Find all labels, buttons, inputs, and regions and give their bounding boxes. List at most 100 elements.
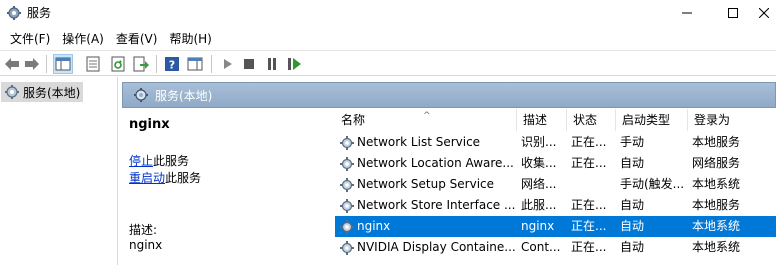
close-button[interactable]: [752, 0, 776, 26]
minimize-icon: [682, 12, 692, 14]
toolbar-separator: [211, 55, 212, 73]
restart-action: 重启动此服务: [129, 169, 201, 186]
service-gear-icon: [340, 198, 354, 213]
forward-arrow-icon: [25, 58, 39, 70]
show-console-tree-button[interactable]: [53, 54, 73, 74]
service-name: nginx: [357, 219, 391, 233]
services-gear-icon: [7, 6, 21, 20]
service-gear-icon: [340, 135, 354, 150]
pause-service-button[interactable]: [262, 54, 282, 74]
stop-service-link[interactable]: 停止: [129, 154, 153, 168]
action-pane-button[interactable]: [185, 54, 205, 74]
help-button[interactable]: ?: [162, 54, 182, 74]
table-row[interactable]: nginx nginx 正在... 自动 本地系统: [335, 216, 776, 237]
forward-button[interactable]: [22, 54, 42, 74]
refresh-icon: [111, 56, 125, 72]
menu-view[interactable]: 查看(V): [110, 29, 164, 49]
cell-status: 正在...: [571, 156, 607, 170]
properties-button[interactable]: [83, 54, 103, 74]
cell-status: 正在...: [571, 240, 607, 254]
export-list-button[interactable]: [131, 54, 151, 74]
table-row[interactable]: NVIDIA Display Containe... Cont... 正在... 自动…: [335, 237, 776, 258]
service-name: NVIDIA Display Containe...: [357, 240, 516, 254]
menu-file[interactable]: 文件(F): [4, 29, 56, 49]
restart-service-button[interactable]: [285, 54, 305, 74]
column-header-description[interactable]: 描述: [517, 109, 567, 131]
cell-description: 网络...: [521, 177, 557, 191]
cell-name: Network List Service: [339, 132, 517, 153]
minimize-button[interactable]: [664, 0, 710, 26]
cell-log-on-as: 本地服务: [692, 135, 741, 149]
column-header-label: 登录为: [694, 113, 731, 127]
service-gear-icon: [340, 177, 354, 192]
table-row[interactable]: Network Location Aware... 收集... 正在... 自动 网络服…: [335, 153, 776, 174]
toolbar-separator: [46, 55, 47, 73]
service-name: Network Setup Service: [357, 177, 495, 191]
restart-icon: [288, 58, 301, 70]
stop-service-button[interactable]: [239, 54, 259, 74]
maximize-button[interactable]: [710, 0, 756, 26]
panel-header: 服务(本地): [122, 82, 776, 108]
console-tree-icon: [55, 57, 71, 71]
cell-log-on-as: 本地系统: [692, 177, 741, 191]
cell-description: Cont...: [521, 240, 561, 254]
menu-action[interactable]: 操作(A): [56, 29, 110, 49]
back-button[interactable]: [2, 54, 22, 74]
description-label: 描述:: [129, 223, 158, 237]
cell-startup-type: 自动: [620, 219, 645, 233]
cell-status: 正在...: [571, 135, 607, 149]
panel-title: 服务(本地): [155, 88, 213, 103]
stop-icon: [244, 59, 254, 69]
cell-startup-type: 自动: [620, 198, 645, 212]
pause-icon: [268, 58, 276, 70]
column-header-log-on-as[interactable]: 登录为: [688, 109, 776, 131]
table-row[interactable]: Network Store Interface ... 此服... 正在... 自动 本…: [335, 195, 776, 216]
cell-log-on-as: 网络服务: [692, 156, 741, 170]
cell-name: Network Location Aware...: [339, 153, 517, 174]
cell-name: NVIDIA Display Containe...: [339, 237, 517, 258]
cell-status: [571, 174, 615, 195]
cell-status: 正在...: [571, 198, 607, 212]
properties-icon: [86, 56, 100, 72]
menu-help[interactable]: 帮助(H): [163, 29, 217, 49]
table-row[interactable]: Network List Service 识别... 正在... 手动 本地服务: [335, 132, 776, 153]
service-name: Network List Service: [357, 135, 481, 149]
column-header-label: 描述: [523, 113, 548, 127]
service-gear-icon: [340, 156, 354, 171]
cell-startup-type: 手动: [620, 135, 645, 149]
list-header: ^ 名称 描述 状态 启动类型 登录为: [335, 109, 776, 131]
column-header-label: 名称: [341, 113, 366, 127]
stop-action: 停止此服务: [129, 152, 189, 169]
column-header-startup-type[interactable]: 启动类型: [616, 109, 688, 131]
maximize-icon: [728, 8, 738, 18]
tree-item-label: 服务(本地): [23, 85, 81, 100]
cell-name: Network Setup Service: [339, 174, 517, 195]
cell-startup-type: 自动: [620, 156, 645, 170]
restart-action-suffix: 此服务: [165, 171, 202, 185]
cell-status: 正在...: [571, 219, 607, 233]
close-icon: [759, 8, 769, 18]
tree-item-services-local[interactable]: 服务(本地): [1, 82, 83, 102]
column-header-label: 状态: [573, 113, 598, 127]
description-value: nginx: [129, 238, 163, 252]
service-gear-icon: [340, 219, 354, 234]
cell-name: Network Store Interface ...: [339, 195, 517, 216]
table-row[interactable]: Network Setup Service 网络... 手动(触发... 本地系统: [335, 174, 776, 195]
cell-log-on-as: 本地系统: [692, 240, 741, 254]
selected-service-name: nginx: [129, 117, 170, 132]
column-header-name[interactable]: ^ 名称: [335, 109, 517, 131]
services-panel: 服务(本地) nginx 停止此服务 重启动此服务 描述: nginx ^ 名称…: [122, 82, 776, 265]
restart-service-link[interactable]: 重启动: [129, 171, 165, 185]
toolbar: ?: [0, 50, 776, 76]
column-header-status[interactable]: 状态: [567, 109, 616, 131]
sort-ascending-icon: ^: [423, 111, 431, 121]
cell-log-on-as: 本地系统: [692, 219, 741, 233]
service-gear-icon: [340, 240, 354, 255]
services-gear-icon: [134, 88, 148, 102]
cell-startup-type: 自动: [620, 240, 645, 254]
console-tree: 服务(本地): [0, 77, 118, 265]
refresh-button[interactable]: [108, 54, 128, 74]
start-service-button[interactable]: [218, 54, 238, 74]
stop-action-suffix: 此服务: [153, 154, 190, 168]
column-header-label: 启动类型: [622, 113, 671, 127]
